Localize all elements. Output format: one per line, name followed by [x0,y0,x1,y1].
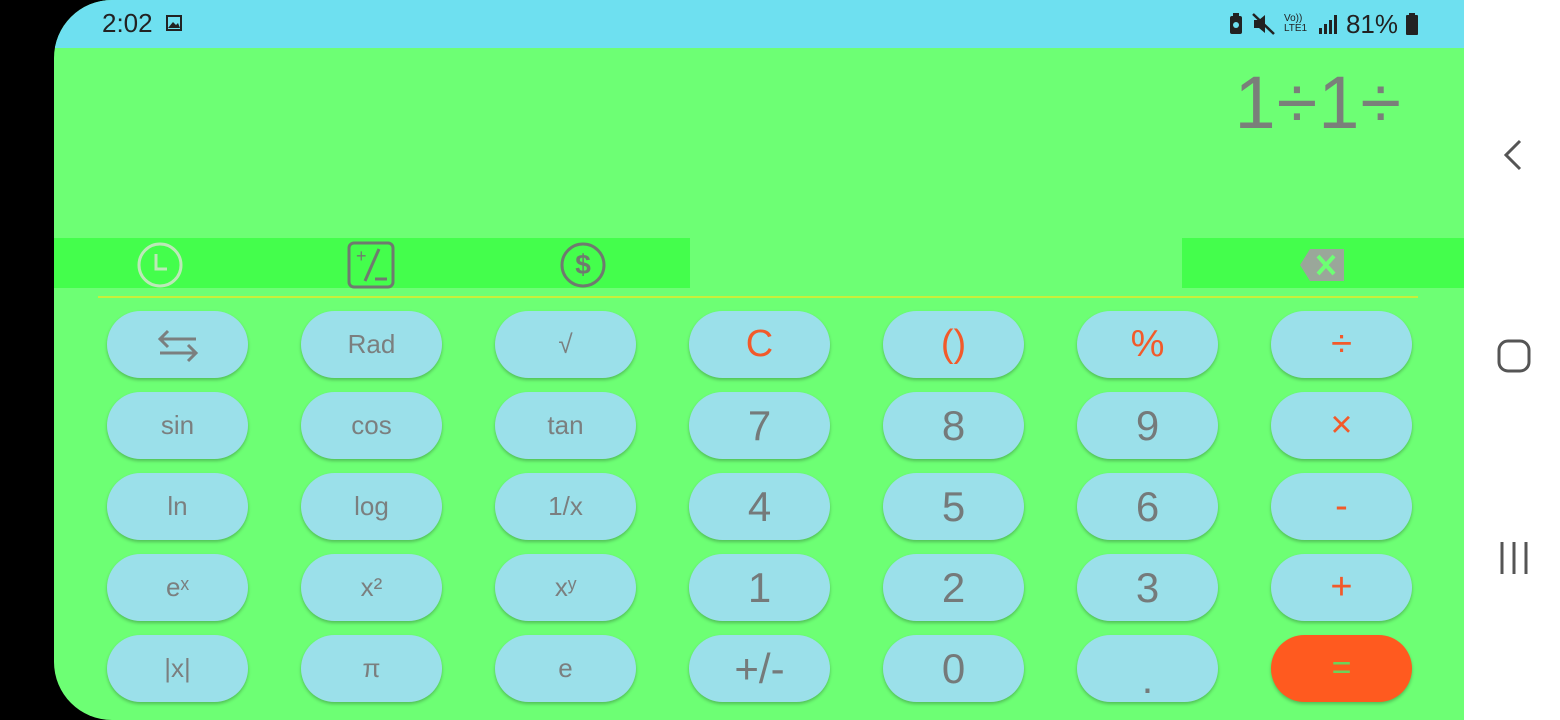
digit-4-label: 4 [747,482,772,530]
square-label: x² [360,572,383,602]
status-bar: 2:02 Vo)) LTE1 81% [54,0,1464,48]
digit-9-label: 9 [1135,401,1160,449]
minus-button[interactable]: - [1271,473,1412,540]
equals-button[interactable]: = [1271,635,1412,702]
plus-button[interactable]: + [1271,554,1412,621]
exp-label: eˣ [166,572,189,602]
digit-4-button[interactable]: 4 [689,473,830,540]
plus-label: + [1330,566,1353,608]
digit-8-label: 8 [941,401,966,449]
history-icon[interactable] [136,241,184,289]
clear-button[interactable]: C [689,311,830,378]
square-button[interactable]: x² [301,554,442,621]
sqrt-button[interactable]: √ [495,311,636,378]
reciprocal-label: 1/x [548,491,583,521]
digit-0-button[interactable]: 0 [883,635,1024,702]
parentheses-label: () [940,323,967,365]
decimal-button[interactable]: . [1077,635,1218,702]
signal-icon [1318,15,1337,34]
digit-7-label: 7 [747,401,772,449]
divide-button[interactable]: ÷ [1271,311,1412,378]
unit-convert-icon[interactable]: + [347,241,395,289]
cos-button[interactable]: cos [301,392,442,459]
abs-label: |x| [164,653,191,683]
digit-7-button[interactable]: 7 [689,392,830,459]
log-label: log [354,491,389,521]
equals-label: = [1331,649,1352,687]
digit-5-label: 5 [941,482,966,530]
ln-label: ln [167,491,188,521]
currency-icon[interactable]: $ [559,241,607,289]
sqrt-label: √ [558,329,573,359]
recents-icon[interactable] [1494,538,1534,578]
digit-9-button[interactable]: 9 [1077,392,1218,459]
percent-button[interactable]: % [1077,311,1218,378]
digit-2-label: 2 [941,563,966,611]
divider [98,296,1418,298]
digit-8-button[interactable]: 8 [883,392,1024,459]
digit-0-label: 0 [941,644,966,692]
sin-button[interactable]: sin [107,392,248,459]
backspace-icon[interactable] [1298,241,1346,289]
tan-label: tan [547,410,584,440]
e-label: e [558,653,573,683]
sign-toggle-label: +/- [734,644,785,692]
battery-percent: 81% [1345,8,1398,39]
sin-label: sin [160,410,195,440]
rad-label: Rad [347,329,396,359]
gallery-icon [166,15,182,31]
status-icons: Vo)) LTE1 81% [1228,8,1418,40]
swap-button[interactable] [107,311,248,378]
log-button[interactable]: log [301,473,442,540]
ln-button[interactable]: ln [107,473,248,540]
digit-6-button[interactable]: 6 [1077,473,1218,540]
power-button[interactable]: xʸ [495,554,636,621]
abs-button[interactable]: |x| [107,635,248,702]
rad-button[interactable]: Rad [301,311,442,378]
home-icon[interactable] [1494,336,1534,376]
cos-label: cos [351,410,392,440]
pi-button[interactable]: π [301,635,442,702]
e-button[interactable]: e [495,635,636,702]
back-icon[interactable] [1494,135,1534,175]
digit-3-label: 3 [1135,563,1160,611]
digit-1-button[interactable]: 1 [689,554,830,621]
decimal-label: . [1141,654,1154,702]
navigation-bar [1464,0,1560,720]
mute-icon [1252,13,1275,35]
multiply-button[interactable]: × [1271,392,1412,459]
status-time: 2:02 [102,8,153,38]
minus-label: - [1335,485,1348,527]
toolbar-right [1182,238,1464,288]
digit-5-button[interactable]: 5 [883,473,1024,540]
toolbar-left: + $ [54,238,690,289]
digit-3-button[interactable]: 3 [1077,554,1218,621]
divide-label: ÷ [1331,323,1352,365]
svg-text:+: + [356,246,367,266]
pi-label: π [362,653,381,683]
keypad: Rad √ C ()% ÷ sin cos tan 7 8 9 × ln log 1/x 4 5 6 - eˣ x² xʸ… [107,311,1417,702]
battery-icon [1406,13,1418,35]
power-label: xʸ [554,572,577,602]
digit-1-label: 1 [747,563,772,611]
battery-saver-icon [1229,13,1242,34]
digit-6-label: 6 [1135,482,1160,530]
calculator-screen: 2:02 Vo)) LTE1 81% 1÷1÷ + $ Rad √ C () %… [54,0,1464,720]
expression-display: 1÷1÷ [1234,61,1402,144]
parentheses-button[interactable]: () [883,311,1024,378]
reciprocal-button[interactable]: 1/x [495,473,636,540]
sign-toggle-button[interactable]: +/- [689,635,830,702]
multiply-label: × [1330,404,1353,446]
network-label: Vo)) LTE1 [1283,13,1308,34]
svg-text:$: $ [575,249,591,280]
tan-button[interactable]: tan [495,392,636,459]
percent-label: % [1130,323,1165,365]
exp-button[interactable]: eˣ [107,554,248,621]
clear-label: C [745,323,774,365]
swap-icon [157,329,198,362]
digit-2-button[interactable]: 2 [883,554,1024,621]
